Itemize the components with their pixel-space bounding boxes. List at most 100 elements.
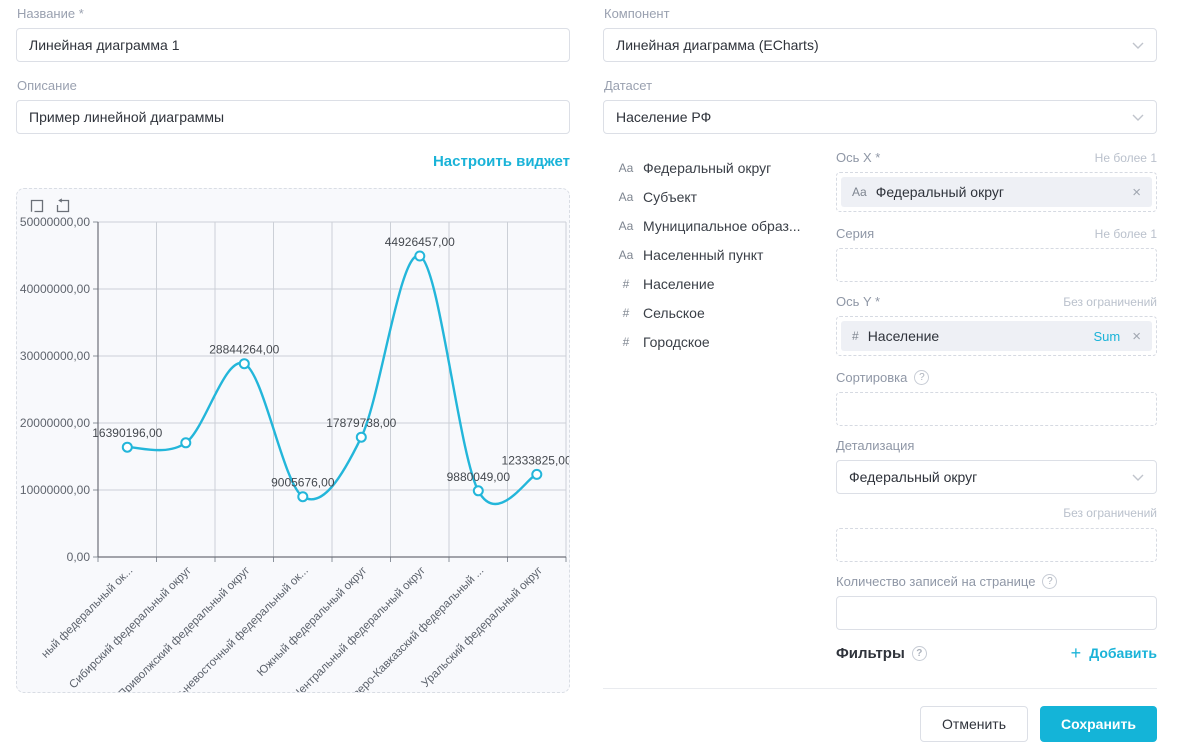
- field-item-label: Федеральный округ: [643, 160, 771, 176]
- filters-label: Фильтры: [836, 645, 905, 662]
- number-type-icon: #: [852, 329, 859, 343]
- plus-icon: +: [1071, 644, 1082, 662]
- dataset-label: Датасет: [604, 78, 1157, 93]
- field-item[interactable]: Aa Федеральный округ: [603, 153, 836, 182]
- svg-text:28844264,00: 28844264,00: [209, 343, 279, 357]
- help-icon[interactable]: ?: [912, 646, 927, 661]
- description-label: Описание: [17, 78, 570, 93]
- axis-y-dropzone[interactable]: # Население Sum ×: [836, 316, 1157, 356]
- svg-text:0,00: 0,00: [67, 550, 91, 564]
- cancel-button[interactable]: Отменить: [920, 706, 1028, 742]
- extra-dropzone-row: Без ограничений: [836, 506, 1157, 562]
- description-input-value: Пример линейной диаграммы: [29, 109, 224, 125]
- svg-text:20000000,00: 20000000,00: [20, 416, 90, 430]
- string-type-icon: Aa: [618, 248, 634, 262]
- series-dropzone[interactable]: [836, 248, 1157, 282]
- string-type-icon: Aa: [618, 219, 634, 233]
- dataset-config-body: Aa Федеральный округ Aa Субъект Aa Муниц…: [603, 150, 1157, 664]
- svg-text:44926457,00: 44926457,00: [385, 235, 455, 249]
- component-select-value: Линейная диаграмма (ECharts): [616, 37, 819, 53]
- axis-x-limit: Не более 1: [1095, 151, 1157, 165]
- extra-dropzone[interactable]: [836, 528, 1157, 562]
- chevron-down-icon: [1132, 474, 1144, 481]
- svg-text:Сибирский федеральный округ: Сибирский федеральный округ: [67, 565, 194, 692]
- configure-widget-row: Настроить виджет: [16, 153, 570, 173]
- series-row: Серия Не более 1: [836, 226, 1157, 282]
- name-label: Название *: [17, 6, 570, 21]
- axis-x-label: Ось X *: [836, 150, 880, 165]
- page-size-input[interactable]: [836, 596, 1157, 630]
- restore-icon[interactable]: [55, 198, 71, 214]
- field-item-label: Муниципальное образ...: [643, 218, 801, 234]
- page-size-label: Количество записей на странице: [836, 574, 1035, 589]
- string-type-icon: Aa: [852, 185, 867, 199]
- axis-x-row: Ось X * Не более 1 Aa Федеральный округ …: [836, 150, 1157, 212]
- component-select[interactable]: Линейная диаграмма (ECharts): [603, 28, 1157, 62]
- svg-text:9880049,00: 9880049,00: [447, 470, 511, 484]
- component-label: Компонент: [604, 6, 1157, 21]
- axis-y-label: Ось Y *: [836, 294, 880, 309]
- field-item[interactable]: # Сельское: [603, 298, 836, 327]
- field-item[interactable]: Aa Муниципальное образ...: [603, 211, 836, 240]
- aggregation-badge[interactable]: Sum: [1094, 329, 1121, 344]
- series-label: Серия: [836, 226, 874, 241]
- axis-y-chip-label: Население: [868, 328, 940, 344]
- number-type-icon: #: [618, 335, 634, 349]
- dataset-select[interactable]: Население РФ: [603, 100, 1157, 134]
- zoom-select-icon[interactable]: [29, 198, 45, 214]
- extra-limit: Без ограничений: [1063, 506, 1157, 520]
- svg-text:Уральский федеральный округ: Уральский федеральный округ: [420, 565, 545, 690]
- axis-x-dropzone[interactable]: Aa Федеральный округ ×: [836, 172, 1157, 212]
- chart-toolbox: [29, 198, 71, 214]
- string-type-icon: Aa: [618, 190, 634, 204]
- dataset-fields-list: Aa Федеральный округ Aa Субъект Aa Муниц…: [603, 150, 836, 664]
- axis-y-limit: Без ограничений: [1063, 295, 1157, 309]
- description-input[interactable]: Пример линейной диаграммы: [16, 100, 570, 134]
- help-icon[interactable]: ?: [1042, 574, 1057, 589]
- save-button[interactable]: Сохранить: [1040, 706, 1157, 742]
- number-type-icon: #: [618, 277, 634, 291]
- svg-text:Южный федеральный округ: Южный федеральный округ: [255, 565, 369, 679]
- field-item[interactable]: Aa Населенный пункт: [603, 240, 836, 269]
- line-chart: 0,0010000000,0020000000,0030000000,00400…: [17, 189, 570, 693]
- svg-text:12333825,00: 12333825,00: [502, 453, 570, 467]
- widget-main-column: Название * Линейная диаграмма 1 Описание…: [16, 0, 570, 693]
- series-limit: Не более 1: [1095, 227, 1157, 241]
- svg-text:10000000,00: 10000000,00: [20, 483, 90, 497]
- remove-icon[interactable]: ×: [1132, 329, 1141, 344]
- sorting-label: Сортировка: [836, 370, 907, 385]
- svg-text:ный федеральный ок...: ный федеральный ок...: [39, 565, 135, 661]
- sorting-row: Сортировка ?: [836, 370, 1157, 426]
- field-item-label: Население: [643, 276, 715, 292]
- string-type-icon: Aa: [618, 161, 634, 175]
- svg-text:17879738,00: 17879738,00: [326, 416, 396, 430]
- svg-text:9005676,00: 9005676,00: [271, 476, 335, 490]
- field-item-label: Населенный пункт: [643, 247, 763, 263]
- name-input[interactable]: Линейная диаграмма 1: [16, 28, 570, 62]
- field-item[interactable]: # Население: [603, 269, 836, 298]
- field-item-label: Сельское: [643, 305, 705, 321]
- footer-actions: Отменить Сохранить: [603, 706, 1157, 742]
- help-icon[interactable]: ?: [914, 370, 929, 385]
- axis-x-chip-label: Федеральный округ: [876, 184, 1004, 200]
- chevron-down-icon: [1132, 114, 1144, 121]
- field-item[interactable]: # Городское: [603, 327, 836, 356]
- sorting-dropzone[interactable]: [836, 392, 1157, 426]
- page-size-row: Количество записей на странице ?: [836, 574, 1157, 630]
- add-filter-button[interactable]: + Добавить: [1071, 644, 1157, 662]
- detail-select[interactable]: Федеральный округ: [836, 460, 1157, 494]
- dataset-select-value: Население РФ: [616, 109, 711, 125]
- add-filter-label: Добавить: [1089, 645, 1157, 661]
- field-item[interactable]: Aa Субъект: [603, 182, 836, 211]
- configure-widget-link[interactable]: Настроить виджет: [433, 153, 570, 170]
- svg-text:30000000,00: 30000000,00: [20, 349, 90, 363]
- detail-row: Детализация Федеральный округ: [836, 438, 1157, 494]
- remove-icon[interactable]: ×: [1132, 185, 1141, 200]
- chevron-down-icon: [1132, 42, 1144, 49]
- chart-preview-panel: 0,0010000000,0020000000,0030000000,00400…: [16, 188, 570, 693]
- filters-row: Фильтры ? + Добавить: [836, 642, 1157, 664]
- axis-x-chip[interactable]: Aa Федеральный округ ×: [841, 177, 1152, 207]
- axis-y-chip[interactable]: # Население Sum ×: [841, 321, 1152, 351]
- field-item-label: Субъект: [643, 189, 697, 205]
- detail-select-value: Федеральный округ: [849, 469, 977, 485]
